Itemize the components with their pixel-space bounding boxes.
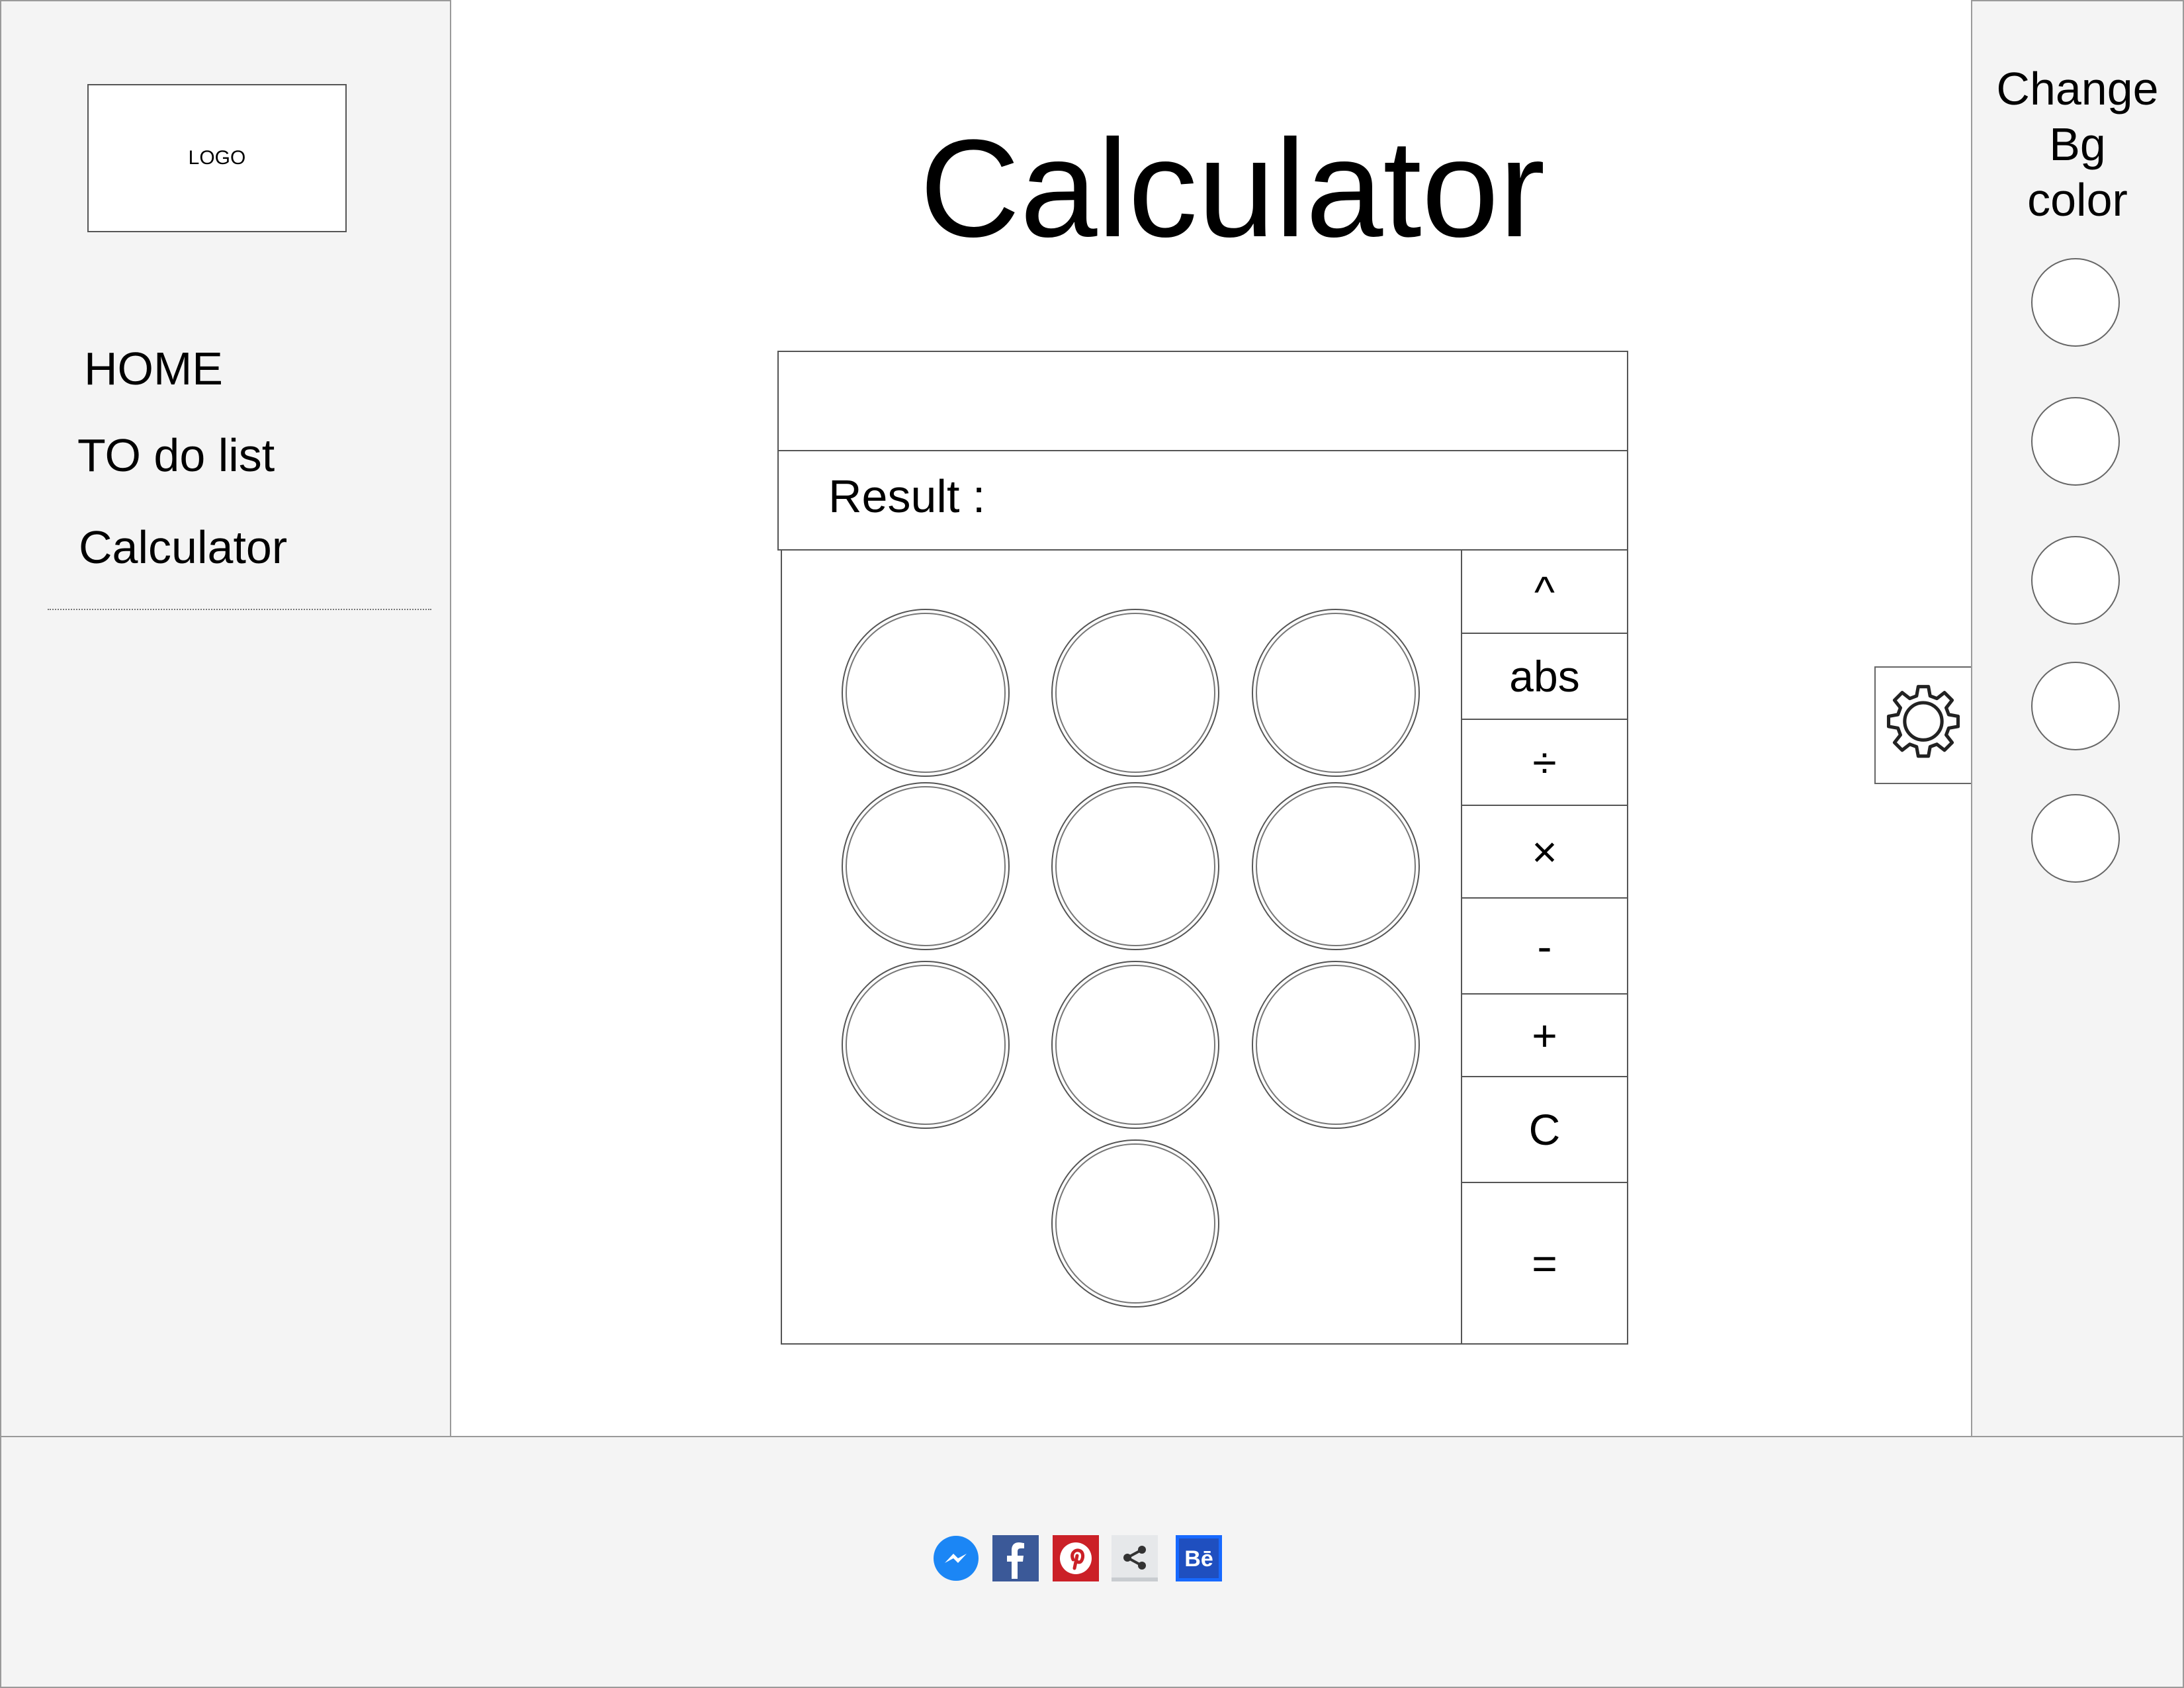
clear-button[interactable]: C (1462, 1077, 1627, 1183)
bg-color-swatch[interactable] (2031, 536, 2120, 625)
bg-color-swatch[interactable] (2031, 794, 2120, 883)
digit-button[interactable] (1252, 961, 1420, 1129)
digit-button[interactable] (842, 782, 1010, 950)
digit-button[interactable] (1051, 1139, 1219, 1308)
digit-button[interactable] (1051, 609, 1219, 777)
divide-button[interactable]: ÷ (1462, 720, 1627, 806)
digit-button[interactable] (1051, 961, 1219, 1129)
operator-column: ^ abs ÷ × - + C = (1461, 549, 1628, 1345)
power-button[interactable]: ^ (1462, 551, 1627, 634)
multiply-button[interactable]: × (1462, 806, 1627, 899)
pinterest-icon[interactable] (1053, 1535, 1099, 1581)
facebook-icon[interactable] (992, 1535, 1039, 1581)
equals-button[interactable]: = (1462, 1183, 1627, 1343)
add-button[interactable]: + (1462, 995, 1627, 1077)
nav-item-calculator[interactable]: Calculator (79, 521, 287, 574)
gear-icon (1881, 682, 1966, 770)
digit-button[interactable] (842, 609, 1010, 777)
calculator-input-display[interactable] (777, 351, 1628, 451)
page-title: Calculator (920, 111, 1546, 266)
digit-button[interactable] (1051, 782, 1219, 950)
bg-color-swatch[interactable] (2031, 258, 2120, 347)
settings-button[interactable] (1874, 666, 1972, 784)
digit-button[interactable] (1252, 782, 1420, 950)
subtract-button[interactable]: - (1462, 899, 1627, 995)
left-sidebar: LOGO HOME TO do list Calculator (0, 0, 451, 1437)
digit-button[interactable] (842, 961, 1010, 1129)
digit-keypad (781, 549, 1462, 1345)
abs-button[interactable]: abs (1462, 634, 1627, 720)
share-icon[interactable] (1112, 1535, 1158, 1581)
behance-icon[interactable]: Bē (1176, 1535, 1222, 1581)
result-display: Result : (777, 450, 1628, 551)
bg-color-swatch[interactable] (2031, 662, 2120, 750)
nav-item-todo-list[interactable]: TO do list (77, 429, 275, 482)
change-bg-color-label: Change Bg color (1996, 63, 2159, 226)
messenger-icon[interactable] (933, 1535, 979, 1581)
nav-divider (48, 609, 431, 610)
result-label: Result : (828, 470, 986, 522)
nav-item-home[interactable]: HOME (84, 342, 223, 395)
svg-text:Bē: Bē (1184, 1546, 1213, 1572)
bg-color-swatch[interactable] (2031, 397, 2120, 486)
digit-button[interactable] (1252, 609, 1420, 777)
logo-text: LOGO (188, 147, 246, 169)
logo[interactable]: LOGO (87, 84, 347, 232)
